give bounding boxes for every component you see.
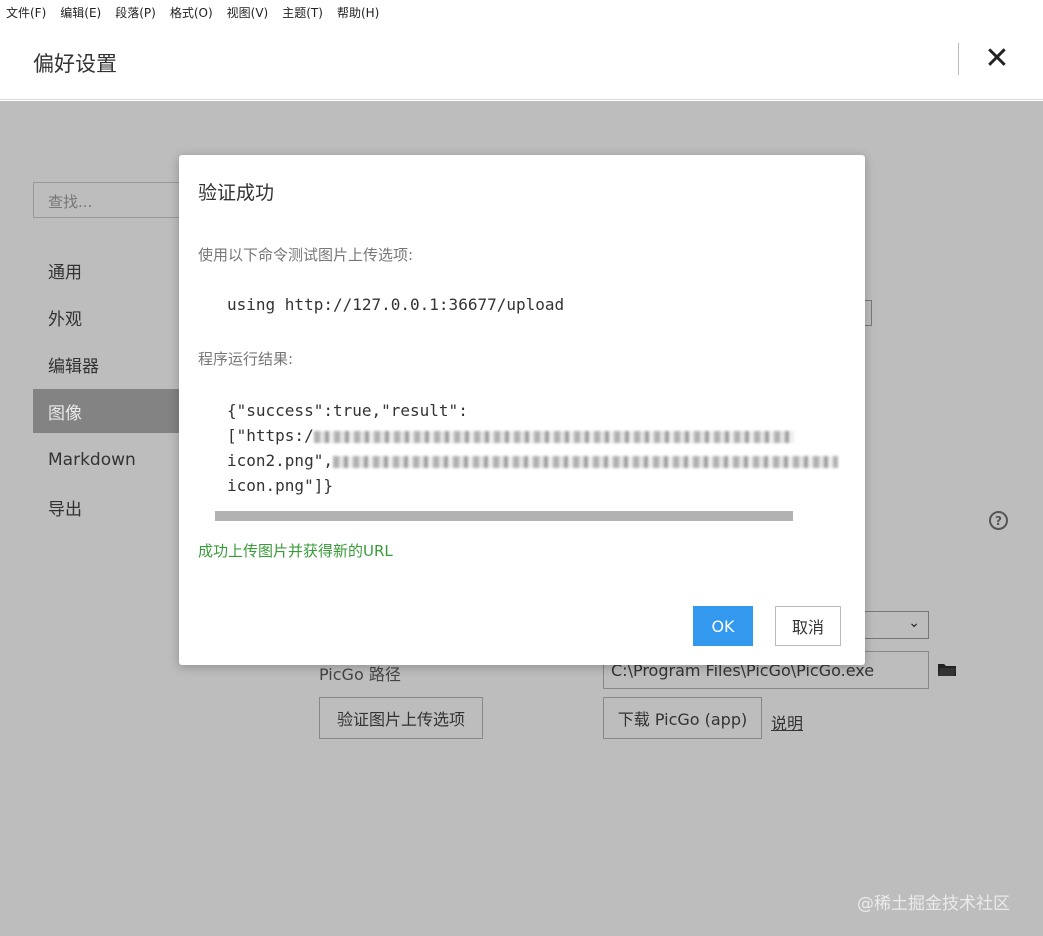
cancel-button[interactable]: 取消: [775, 606, 841, 646]
result-line: icon.png"]}: [227, 476, 333, 495]
watermark: @稀土掘金技术社区: [857, 894, 1010, 914]
success-message: 成功上传图片并获得新的URL: [198, 542, 393, 560]
sidebar-item-image[interactable]: 图像: [33, 389, 179, 433]
menu-theme[interactable]: 主题(T): [282, 4, 323, 21]
close-icon[interactable]: ✕: [980, 42, 1014, 76]
sidebar-item-editor[interactable]: 编辑器: [33, 342, 179, 386]
question-circle-icon[interactable]: ?: [989, 511, 1008, 530]
menu-format[interactable]: 格式(O): [170, 4, 213, 21]
chevron-down-icon: ⌄: [908, 615, 920, 631]
command-label: 使用以下命令测试图片上传选项:: [198, 246, 414, 264]
sidebar-item-general[interactable]: 通用: [33, 248, 179, 292]
menu-bar: 文件(F) 编辑(E) 段落(P) 格式(O) 视图(V) 主题(T) 帮助(H…: [0, 0, 1043, 24]
explain-link[interactable]: 说明: [771, 710, 803, 734]
result-url-prefix: icon2.png",: [227, 451, 333, 470]
menu-edit[interactable]: 编辑(E): [60, 4, 101, 21]
horizontal-scrollbar[interactable]: [215, 511, 793, 521]
search-input[interactable]: 查找...: [33, 182, 193, 218]
result-line: ["https:/: [227, 423, 794, 448]
ok-button[interactable]: OK: [693, 606, 753, 646]
verify-upload-button[interactable]: 验证图片上传选项: [319, 697, 483, 739]
download-picgo-button[interactable]: 下载 PicGo (app): [603, 697, 762, 739]
redacted-url: [313, 430, 794, 443]
sidebar-item-appearance[interactable]: 外观: [33, 295, 179, 339]
result-url-prefix: ["https:/: [227, 426, 314, 445]
sidebar-item-export[interactable]: 导出: [33, 485, 179, 529]
redacted-url: [332, 455, 838, 468]
sidebar-item-markdown[interactable]: Markdown: [33, 438, 179, 482]
result-label: 程序运行结果:: [198, 350, 294, 368]
dialog-title: 验证成功: [198, 182, 275, 204]
result-line: icon2.png",: [227, 448, 838, 473]
menu-file[interactable]: 文件(F): [6, 4, 46, 21]
folder-icon[interactable]: [938, 662, 956, 676]
uploader-select[interactable]: ⌄: [855, 611, 929, 639]
preferences-header: 偏好设置 ✕: [0, 24, 1043, 100]
page-title: 偏好设置: [33, 52, 117, 76]
header-divider: [958, 43, 959, 75]
menu-help[interactable]: 帮助(H): [337, 4, 379, 21]
verify-success-dialog: 验证成功 使用以下命令测试图片上传选项: using http://127.0.…: [179, 155, 865, 665]
command-text: using http://127.0.0.1:36677/upload: [227, 295, 565, 314]
setting-input[interactable]: [864, 300, 872, 326]
menu-paragraph[interactable]: 段落(P): [115, 4, 156, 21]
menu-view[interactable]: 视图(V): [227, 4, 269, 21]
result-line: {"success":true,"result":: [227, 401, 468, 420]
